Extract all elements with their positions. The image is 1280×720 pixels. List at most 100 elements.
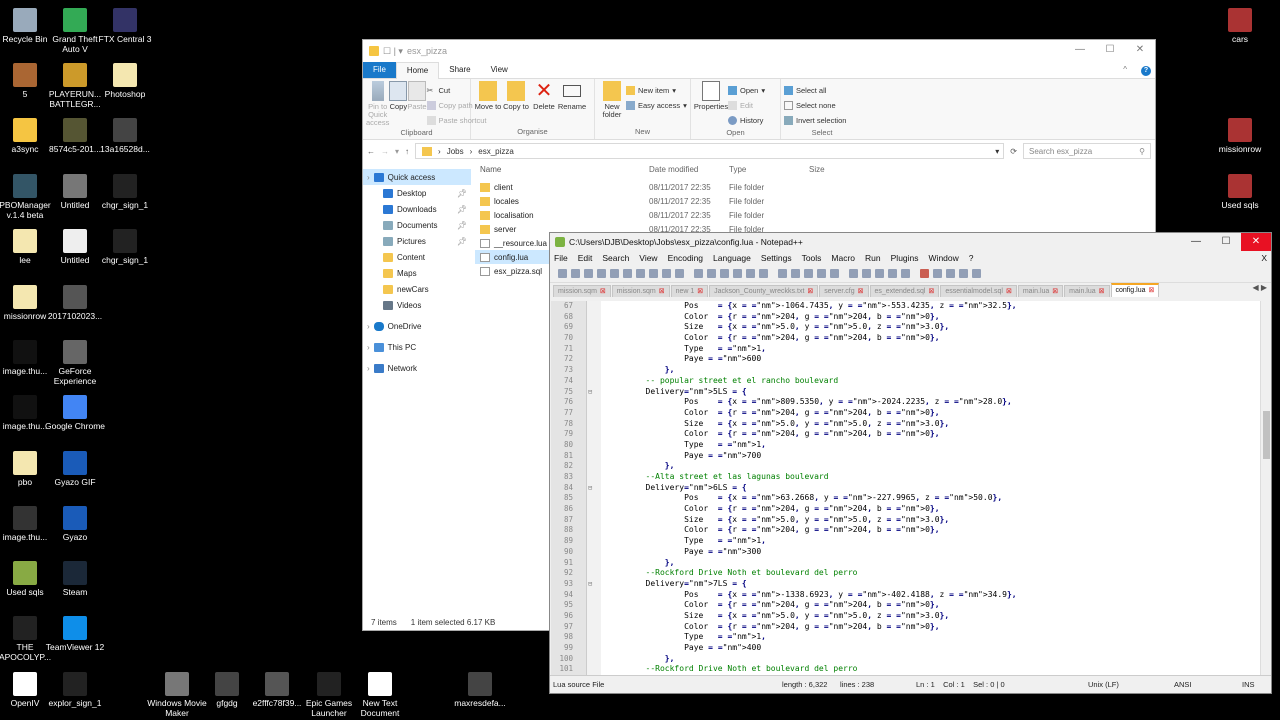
desktop-icon-item[interactable]: Google Chrome: [45, 395, 105, 431]
close-document-icon[interactable]: X: [1261, 253, 1267, 263]
desktop-icon-item[interactable]: Gyazo: [45, 506, 105, 542]
tab-close-icon[interactable]: ⊠: [1052, 288, 1058, 295]
close-button[interactable]: ✕: [1125, 40, 1155, 60]
editor-tab[interactable]: Jackson_County_wreckks.txt ⊠: [709, 285, 819, 297]
desktop-icon-item[interactable]: FTX Central 3: [95, 8, 155, 44]
refresh-icon[interactable]: ⟳: [1010, 147, 1017, 156]
indent-guide-icon[interactable]: [830, 269, 839, 278]
new-file-icon[interactable]: [558, 269, 567, 278]
pin-quick-access-button[interactable]: Pin to Quick access: [366, 81, 389, 128]
back-icon[interactable]: ←: [367, 147, 375, 156]
col-name[interactable]: Name: [475, 165, 649, 174]
editor-tab[interactable]: main.lua ⊠: [1064, 285, 1110, 297]
nav-downloads[interactable]: Downloads 📌︎: [363, 201, 471, 217]
tab-file[interactable]: File: [363, 62, 396, 78]
address-dropdown-icon[interactable]: ▾: [995, 147, 999, 156]
tab-home[interactable]: Home: [395, 61, 440, 79]
edit-button[interactable]: Edit: [728, 98, 765, 113]
redo-icon[interactable]: [707, 269, 716, 278]
breadcrumb-esx-pizza[interactable]: esx_pizza: [478, 147, 514, 156]
find-icon[interactable]: [720, 269, 729, 278]
doc-map-icon[interactable]: [862, 269, 871, 278]
menu-tools[interactable]: Tools: [802, 253, 822, 263]
run-macro-icon[interactable]: [959, 269, 968, 278]
nav-network[interactable]: › Network: [363, 360, 471, 376]
fold-toggle-icon[interactable]: ⊟: [588, 579, 592, 590]
desktop-icon-item[interactable]: missionrow: [1210, 118, 1270, 154]
folder-workspace-icon[interactable]: [888, 269, 897, 278]
desktop-icon-item[interactable]: explor_sign_1: [45, 672, 105, 708]
file-row[interactable]: localisation 08/11/2017 22:35 File folder: [475, 208, 1155, 222]
menu-language[interactable]: Language: [713, 253, 751, 263]
desktop-icon-item[interactable]: Gyazo GIF: [45, 451, 105, 487]
word-wrap-icon[interactable]: [804, 269, 813, 278]
desktop-icon-item[interactable]: cars: [1210, 8, 1270, 44]
tab-close-icon[interactable]: ⊠: [697, 288, 703, 295]
paste-icon[interactable]: [675, 269, 684, 278]
editor-tab[interactable]: server.cfg ⊠: [819, 285, 869, 297]
easy-access-button[interactable]: Easy access ▾: [626, 98, 687, 113]
menu-edit[interactable]: Edit: [578, 253, 593, 263]
vertical-scrollbar[interactable]: [1260, 301, 1271, 675]
delete-button[interactable]: ✕ Delete: [530, 81, 558, 127]
col-date[interactable]: Date modified: [649, 165, 729, 174]
play-macro-icon[interactable]: [946, 269, 955, 278]
save-macro-icon[interactable]: [972, 269, 981, 278]
tab-close-icon[interactable]: ⊠: [1006, 288, 1012, 295]
new-folder-button[interactable]: New folder: [598, 81, 626, 127]
print-icon[interactable]: [636, 269, 645, 278]
npp-maximize-button[interactable]: ☐: [1211, 233, 1241, 251]
tab-view[interactable]: View: [481, 62, 518, 78]
npp-titlebar[interactable]: C:\Users\DJB\Desktop\Jobs\esx_pizza\conf…: [550, 233, 1271, 251]
tab-scroll-arrows[interactable]: ◀ ▶: [1252, 283, 1267, 292]
menu-encoding[interactable]: Encoding: [668, 253, 703, 263]
zoom-out-icon[interactable]: [759, 269, 768, 278]
desktop-icon-item[interactable]: 2017102023...: [45, 285, 105, 321]
nav-pictures[interactable]: Pictures 📌︎: [363, 233, 471, 249]
select-all-button[interactable]: Select all: [784, 83, 846, 98]
tab-close-icon[interactable]: ⊠: [1099, 288, 1105, 295]
sync-vertical-icon[interactable]: [778, 269, 787, 278]
editor-tab[interactable]: es_extended.sql ⊠: [869, 285, 940, 297]
explorer-titlebar[interactable]: ☐ | ▾ esx_pizza: [363, 40, 1155, 62]
tab-close-icon[interactable]: ⊠: [659, 288, 665, 295]
code-editor[interactable]: 67 Pos = {x = ="nm">-1064.7435, y = ="nm…: [551, 301, 1261, 675]
file-row[interactable]: client 08/11/2017 22:35 File folder: [475, 180, 1155, 194]
close-all-icon[interactable]: [623, 269, 632, 278]
nav-desktop[interactable]: Desktop 📌︎: [363, 185, 471, 201]
tab-close-icon[interactable]: ⊠: [807, 288, 813, 295]
npp-minimize-button[interactable]: —: [1181, 233, 1211, 251]
recent-locations-icon[interactable]: ▾: [395, 147, 399, 156]
menu-plugins[interactable]: Plugins: [891, 253, 919, 263]
sync-horizontal-icon[interactable]: [791, 269, 800, 278]
editor-tab[interactable]: main.lua ⊠: [1017, 285, 1064, 297]
tab-close-icon[interactable]: ⊠: [600, 288, 606, 295]
menu-search[interactable]: Search: [602, 253, 629, 263]
copy-to-button[interactable]: Copy to: [502, 81, 530, 127]
udl-icon[interactable]: [849, 269, 858, 278]
function-list-icon[interactable]: [875, 269, 884, 278]
col-type[interactable]: Type: [729, 165, 809, 174]
paste-button[interactable]: Paste: [407, 81, 427, 128]
menu-settings[interactable]: Settings: [761, 253, 792, 263]
quick-access-toolbar-icon[interactable]: ☐ | ▾: [383, 46, 403, 57]
col-size[interactable]: Size: [809, 165, 869, 174]
properties-button[interactable]: Properties: [694, 81, 728, 128]
nav-maps[interactable]: Maps: [363, 265, 471, 281]
invert-selection-button[interactable]: Invert selection: [784, 113, 846, 128]
editor-tab[interactable]: mission.sqm ⊠: [553, 285, 611, 297]
fold-toggle-icon[interactable]: ⊟: [588, 483, 592, 494]
open-button[interactable]: Open ▾: [728, 83, 765, 98]
desktop-icon-item[interactable]: Photoshop: [95, 63, 155, 99]
stop-macro-icon[interactable]: [933, 269, 942, 278]
desktop-icon-item[interactable]: chgr_sign_1: [95, 174, 155, 210]
file-row[interactable]: locales 08/11/2017 22:35 File folder: [475, 194, 1155, 208]
ribbon-collapse-icon[interactable]: ^: [1113, 62, 1137, 78]
menu-macro[interactable]: Macro: [831, 253, 855, 263]
up-icon[interactable]: ↑: [405, 147, 409, 156]
editor-tab[interactable]: config.lua ⊠: [1110, 283, 1160, 297]
cut-icon[interactable]: [649, 269, 658, 278]
search-input[interactable]: Search esx_pizza ⚲: [1023, 143, 1151, 159]
menu-help[interactable]: ?: [969, 253, 974, 263]
maximize-button[interactable]: ☐: [1095, 40, 1125, 60]
